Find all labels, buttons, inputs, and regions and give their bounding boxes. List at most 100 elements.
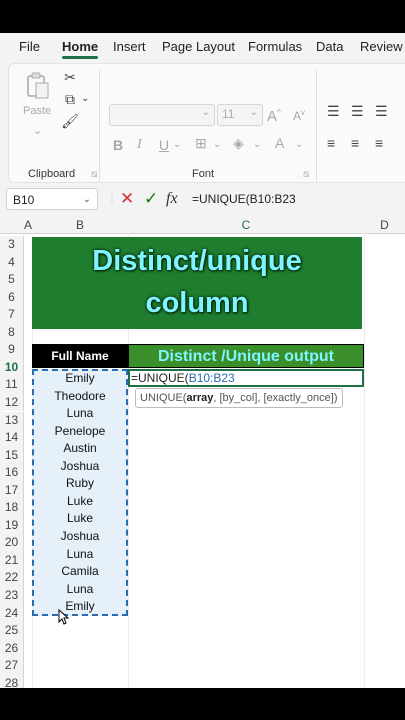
row-header[interactable]: 6 <box>0 288 24 307</box>
paste-label: Paste <box>23 105 52 117</box>
borders-icon[interactable]: ⊞ <box>195 134 207 152</box>
row-header[interactable]: 3 <box>0 236 24 254</box>
function-tooltip[interactable]: UNIQUE(array, [by_col], [exactly_once]) <box>135 388 343 408</box>
mouse-cursor-icon <box>58 608 70 628</box>
row-header[interactable]: 23 <box>0 587 24 605</box>
row-header[interactable]: 17 <box>0 481 24 500</box>
row-header[interactable]: 21 <box>0 551 24 570</box>
name-cell[interactable]: Emily <box>32 598 128 616</box>
name-cell[interactable]: Ruby <box>32 475 128 493</box>
font-launcher-icon[interactable]: ⧅ <box>303 166 309 184</box>
column-header-a[interactable]: A <box>24 217 32 234</box>
row-header[interactable]: 18 <box>0 499 24 517</box>
row-header[interactable]: 28 <box>0 674 24 688</box>
name-cell[interactable]: Penelope <box>32 423 128 441</box>
name-cell[interactable]: Camila <box>32 563 128 581</box>
insert-function-icon[interactable]: fx <box>166 188 178 210</box>
edit-formula-prefix: =UNIQUE( <box>131 371 189 385</box>
row-header[interactable]: 13 <box>0 411 24 430</box>
clipboard-launcher-icon[interactable]: ⧅ <box>91 166 97 184</box>
name-cell[interactable]: Luke <box>32 493 128 511</box>
row-header[interactable]: 10 <box>0 358 24 377</box>
name-box-chevron-icon[interactable]: ⌄ <box>83 189 91 211</box>
row-header[interactable]: 8 <box>0 323 24 342</box>
format-painter-icon[interactable]: 🖌 <box>61 112 79 130</box>
fill-color-icon[interactable]: ◈ <box>233 134 244 152</box>
cut-icon[interactable]: ✂ <box>61 68 79 86</box>
row-header[interactable]: 26 <box>0 639 24 658</box>
tab-data[interactable]: Data <box>316 39 343 54</box>
borders-chevron-icon[interactable]: ⌄ <box>213 136 221 154</box>
copy-chevron-icon[interactable]: ⌄ <box>81 90 89 108</box>
cancel-icon[interactable]: ✕ <box>120 188 134 210</box>
name-box[interactable]: B10 ⌄ <box>6 188 98 210</box>
row-header[interactable]: 14 <box>0 429 24 447</box>
row-header[interactable]: 22 <box>0 569 24 587</box>
tab-file[interactable]: File <box>19 39 40 54</box>
row-header[interactable]: 11 <box>0 376 24 394</box>
name-cell[interactable]: Luna <box>32 581 128 599</box>
grow-font-icon[interactable]: A^ <box>267 104 281 126</box>
italic-icon[interactable]: I <box>137 136 142 154</box>
underline-icon[interactable]: U <box>159 136 169 154</box>
name-cell[interactable]: Luna <box>32 546 128 564</box>
formula-bar: B10 ⌄ ⋮ ✕ ✓ fx =UNIQUE(B10:B23 <box>0 183 405 217</box>
row-header[interactable]: 25 <box>0 622 24 640</box>
paste-icon[interactable] <box>25 72 51 100</box>
column-header-b[interactable]: B <box>32 217 128 234</box>
row-header[interactable]: 12 <box>0 393 24 412</box>
row-header[interactable]: 24 <box>0 604 24 623</box>
ribbon-panel: Paste ⌄ ✂ ⧉ ⌄ 🖌 Clipboard ⧅ ⌄ 11 ⌄ A^ Av … <box>8 63 405 183</box>
tab-insert[interactable]: Insert <box>113 39 146 54</box>
name-cell[interactable]: Joshua <box>32 458 128 476</box>
font-family-dropdown[interactable]: ⌄ <box>109 104 215 126</box>
name-cell[interactable]: Luke <box>32 510 128 528</box>
row-header[interactable]: 19 <box>0 516 24 535</box>
column-header-d[interactable]: D <box>364 217 405 234</box>
row-header[interactable]: 15 <box>0 446 24 465</box>
font-size-dropdown[interactable]: 11 ⌄ <box>217 104 263 126</box>
ribbon-divider <box>99 70 100 182</box>
formula-input[interactable]: =UNIQUE(B10:B23 <box>192 188 405 210</box>
row-header[interactable]: 9 <box>0 341 24 359</box>
active-edit-cell[interactable]: =UNIQUE(B10:B23 <box>128 369 364 387</box>
bold-icon[interactable]: B <box>113 136 123 154</box>
tab-home[interactable]: Home <box>62 39 99 59</box>
row-header[interactable]: 5 <box>0 271 24 289</box>
name-cell[interactable]: Joshua <box>32 528 128 546</box>
name-cell[interactable]: Theodore <box>32 388 128 406</box>
row-header[interactable]: 27 <box>0 657 24 675</box>
select-all-corner[interactable] <box>0 217 24 234</box>
ribbon-tabs: File Home Insert Page Layout Formulas Da… <box>0 33 405 61</box>
shrink-font-icon[interactable]: Av <box>293 104 305 125</box>
ribbon: Paste ⌄ ✂ ⧉ ⌄ 🖌 Clipboard ⧅ ⌄ 11 ⌄ A^ Av … <box>0 61 405 183</box>
unique-output-header[interactable]: Distinct /Unique output <box>128 344 364 368</box>
fill-color-chevron-icon[interactable]: ⌄ <box>253 136 261 154</box>
font-group-label: Font <box>192 168 215 180</box>
align-middle-icon[interactable]: ☰ <box>351 102 364 120</box>
font-color-chevron-icon[interactable]: ⌄ <box>295 136 303 154</box>
paste-chevron-icon[interactable]: ⌄ <box>33 122 42 140</box>
tab-formulas[interactable]: Formulas <box>248 39 302 54</box>
copy-icon[interactable]: ⧉ <box>61 90 79 108</box>
align-top-icon[interactable]: ☰ <box>327 102 340 120</box>
font-color-icon[interactable]: A <box>275 134 284 152</box>
row-header[interactable]: 7 <box>0 306 24 324</box>
align-center-icon[interactable]: ≡ <box>351 134 359 152</box>
enter-check-icon[interactable]: ✓ <box>144 188 158 210</box>
row-header[interactable]: 4 <box>0 253 24 272</box>
name-cell[interactable]: Luna <box>32 405 128 423</box>
tab-review[interactable]: Review <box>360 39 403 54</box>
title-line-1: Distinct/unique <box>92 245 302 277</box>
align-bottom-icon[interactable]: ☰ <box>375 102 388 120</box>
row-header[interactable]: 16 <box>0 464 24 482</box>
align-right-icon[interactable]: ≡ <box>375 134 383 152</box>
column-header-c[interactable]: C <box>128 217 364 234</box>
underline-chevron-icon[interactable]: ⌄ <box>173 136 181 154</box>
full-name-header[interactable]: Full Name <box>32 344 128 368</box>
name-cell[interactable]: Austin <box>32 440 128 458</box>
align-left-icon[interactable]: ≡ <box>327 134 335 152</box>
name-cell[interactable]: Emily <box>32 370 128 388</box>
tab-page-layout[interactable]: Page Layout <box>162 39 235 54</box>
row-header[interactable]: 20 <box>0 534 24 552</box>
